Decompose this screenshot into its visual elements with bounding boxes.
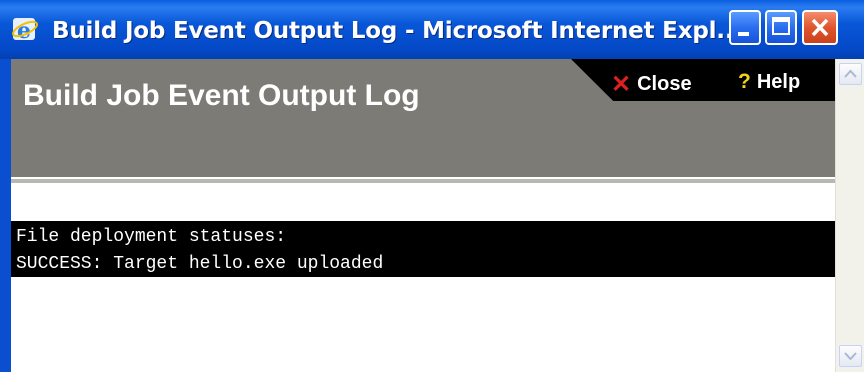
minimize-icon xyxy=(738,32,749,36)
log-line: File deployment statuses: xyxy=(16,227,287,247)
maximize-button[interactable] xyxy=(765,10,797,45)
help-link[interactable]: ? Help xyxy=(738,70,800,94)
close-icon xyxy=(811,18,829,37)
close-label: Close xyxy=(637,73,692,95)
page-title: Build Job Event Output Log xyxy=(23,79,420,112)
maximize-icon xyxy=(772,17,790,35)
header-divider xyxy=(11,179,835,183)
chevron-down-icon xyxy=(844,352,857,361)
minimize-button[interactable] xyxy=(729,10,761,45)
log-line: SUCCESS: Target hello.exe uploaded xyxy=(16,254,384,274)
window-title: Build Job Event Output Log - Microsoft I… xyxy=(52,18,742,44)
output-log: File deployment statuses: SUCCESS: Targe… xyxy=(11,221,835,277)
ie-icon: e xyxy=(12,18,38,43)
window-title-bar[interactable]: e Build Job Event Output Log - Microsoft… xyxy=(0,0,864,59)
help-label: Help xyxy=(756,71,801,93)
close-link[interactable]: ✕ Close xyxy=(611,70,692,99)
window-close-button[interactable] xyxy=(802,10,838,45)
close-x-icon: ✕ xyxy=(611,71,632,98)
vertical-scrollbar[interactable] xyxy=(835,59,864,372)
page-header: Build Job Event Output Log ✕ Close ? Help xyxy=(11,59,835,177)
scroll-up-button[interactable] xyxy=(839,63,862,85)
chevron-up-icon xyxy=(844,69,857,78)
window-frame-left xyxy=(0,59,11,372)
help-question-icon: ? xyxy=(738,70,751,93)
scroll-down-button[interactable] xyxy=(839,345,862,367)
